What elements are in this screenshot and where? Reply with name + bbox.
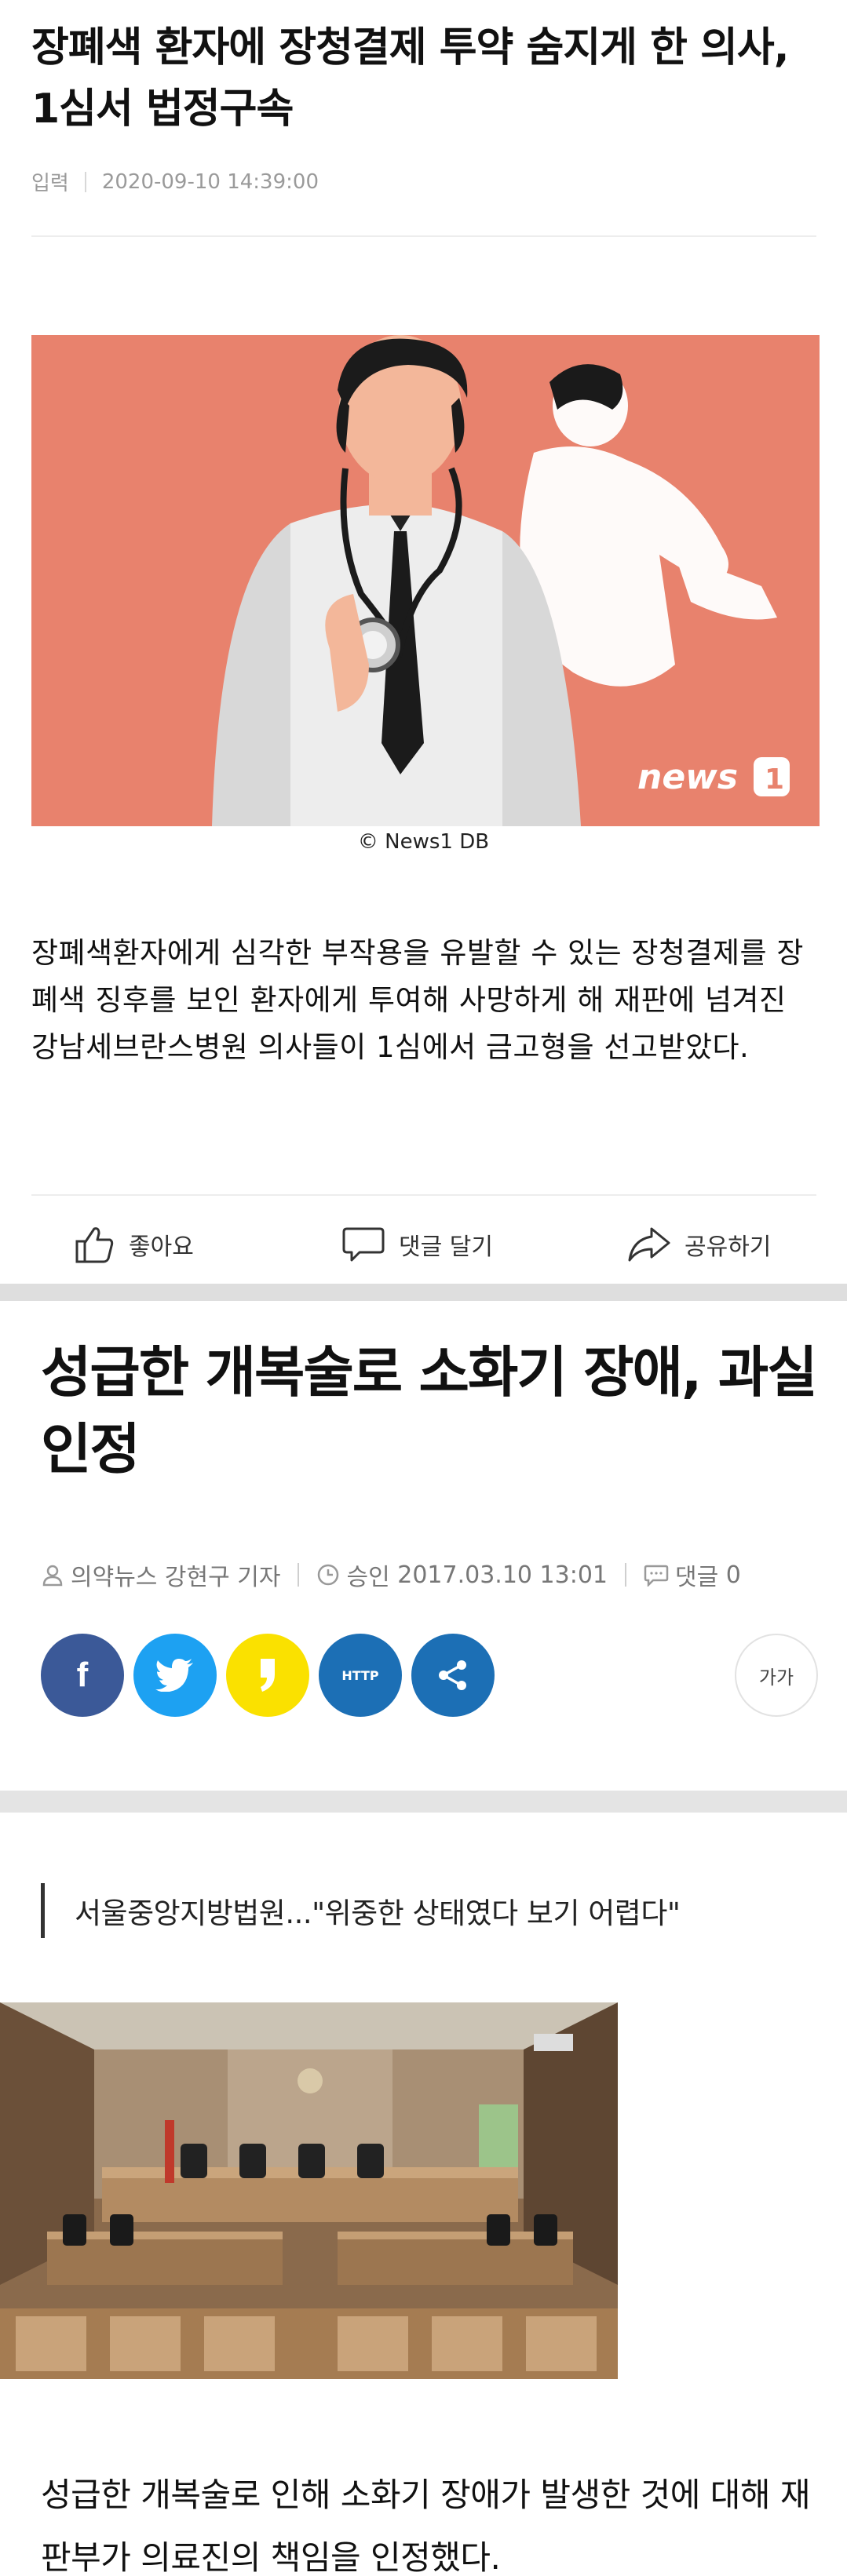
share-arrow-icon [628, 1227, 670, 1262]
like-label: 좋아요 [129, 1233, 194, 1261]
share-buttons: f HTTP 가가 [41, 1634, 818, 1720]
doctor-illustration: news 1 [31, 335, 820, 826]
facebook-icon: f [76, 1656, 89, 1694]
quote-text: 서울중앙지방법원..."위중한 상태였다 보기 어렵다" [75, 1896, 681, 1930]
article-1-meta: 입력 2020-09-10 14:39:00 [31, 167, 319, 196]
meta-separator [298, 1563, 300, 1587]
meta-input-label: 입력 [31, 172, 69, 195]
share-nodes-icon [439, 1660, 466, 1690]
article-1-action-bar: 좋아요 댓글 달기 공유하기 [0, 1208, 847, 1279]
meta-separator [625, 1563, 626, 1587]
more-share-button[interactable] [411, 1634, 495, 1717]
person-icon [42, 1565, 63, 1587]
share-label: 공유하기 [685, 1233, 772, 1261]
article-2-title: 성급한 개복술로 소화기 장애, 과실 인정 [41, 1340, 818, 1481]
clock-icon [318, 1564, 339, 1586]
author-name: 의약뉴스 강현구 기자 [71, 1564, 281, 1591]
article-2-meta: 의약뉴스 강현구 기자 승인 2017.03.10 13:01 댓글 0 [41, 1558, 818, 1592]
article-1-title: 장폐색 환자에 장청결제 투약 숨지게 한 의사, 1심서 법정구속 [31, 24, 790, 133]
author-info: 의약뉴스 강현구 기자 [41, 1558, 280, 1592]
kakaostory-icon [261, 1659, 275, 1692]
svg-text:1: 1 [765, 763, 784, 796]
section-divider [0, 1284, 847, 1301]
comment-icon [644, 1565, 669, 1587]
kakaostory-share-button[interactable] [226, 1634, 309, 1717]
thumbs-up-icon [75, 1227, 114, 1263]
twitter-share-button[interactable] [133, 1634, 217, 1717]
share-button[interactable]: 공유하기 [628, 1226, 771, 1263]
url-copy-button[interactable]: HTTP [319, 1634, 402, 1717]
courtroom-photo [0, 2002, 618, 2379]
article-1-image: news 1 [31, 335, 820, 826]
approved-info: 승인 2017.03.10 13:01 [316, 1558, 608, 1592]
article-1: 장폐색 환자에 장청결제 투약 숨지게 한 의사, 1심서 법정구속 입력 20… [0, 0, 847, 1284]
like-button[interactable]: 좋아요 [74, 1226, 194, 1263]
quote-bar [41, 1883, 45, 1938]
news1-logo: news [637, 757, 738, 797]
article-2-body: 성급한 개복술로 인해 소화기 장애가 발생한 것에 대해 재판부가 의료진의 … [41, 2476, 811, 2576]
comment-button[interactable]: 댓글 달기 [342, 1226, 493, 1263]
divider [31, 235, 816, 237]
facebook-share-button[interactable]: f [41, 1634, 124, 1717]
divider [31, 1194, 816, 1196]
meta-separator [84, 171, 86, 192]
article-2-image [0, 2002, 618, 2379]
approved-label: 승인 [346, 1564, 390, 1591]
image-credit: © News1 DB [357, 830, 490, 854]
http-icon: HTTP [341, 1667, 379, 1683]
meta-date: 2020-09-10 14:39:00 [101, 169, 319, 194]
article-1-body: 장폐색환자에게 심각한 부작용을 유발할 수 있는 장청결제를 장폐색 징후를 … [31, 936, 804, 1064]
speech-bubble-icon [342, 1227, 385, 1262]
comment-count[interactable]: 댓글 0 [644, 1558, 741, 1592]
comments-count: 0 [725, 1561, 741, 1589]
subheading-quote: 서울중앙지방법원..."위중한 상태였다 보기 어렵다" [41, 1883, 681, 1938]
twitter-bird-icon [155, 1659, 193, 1692]
comment-label: 댓글 달기 [399, 1233, 493, 1261]
approved-date: 2017.03.10 13:01 [397, 1561, 608, 1589]
section-divider [0, 1791, 847, 1813]
font-size-label: 가가 [758, 1666, 794, 1689]
comments-label: 댓글 [675, 1564, 719, 1591]
font-size-button[interactable]: 가가 [735, 1634, 818, 1717]
